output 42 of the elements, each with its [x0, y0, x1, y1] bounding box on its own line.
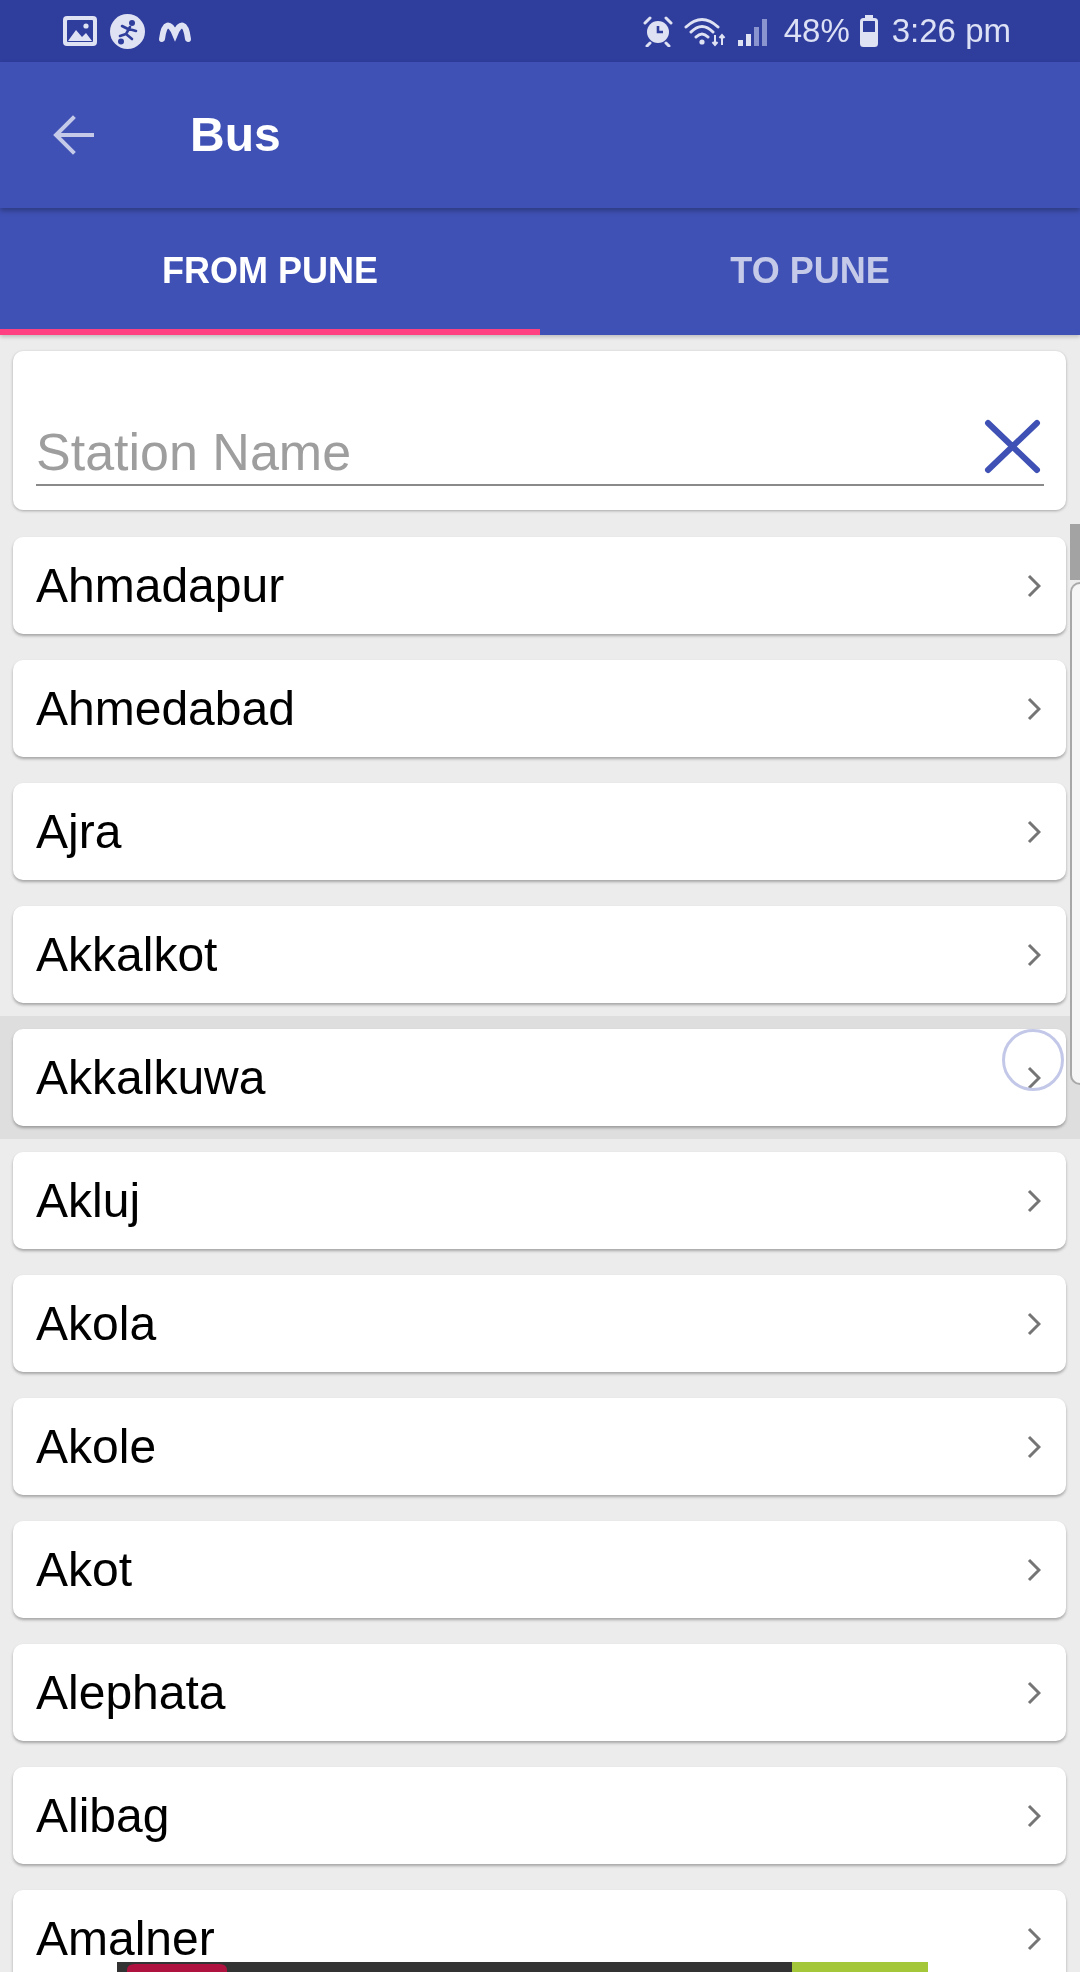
chevron-right-icon	[1027, 573, 1041, 598]
station-item[interactable]: Akkalkot	[13, 906, 1066, 1003]
tab[interactable]: TO PUNE	[540, 208, 1080, 335]
alarm-clock-icon	[641, 15, 674, 47]
chevron-right-icon	[1027, 1926, 1041, 1951]
chevron-right-icon	[1027, 942, 1041, 967]
chevron-right-icon	[1027, 1557, 1041, 1582]
chevron-right-icon	[1027, 696, 1041, 721]
station-item[interactable]: Amalner	[13, 1890, 1066, 1972]
tab[interactable]: FROM PUNE	[0, 208, 540, 335]
chevron-right-icon	[1027, 819, 1041, 844]
screen-title: Bus	[190, 107, 281, 163]
battery-percent: 48%	[783, 12, 850, 50]
chevron-right-icon	[1027, 1803, 1041, 1828]
edge-panel-handle[interactable]	[1070, 582, 1080, 1085]
soccer-player-icon	[110, 13, 145, 49]
station-item[interactable]: Akluj	[13, 1152, 1066, 1249]
chevron-right-icon	[1027, 1434, 1041, 1459]
station-item[interactable]: Akola	[13, 1275, 1066, 1372]
station-item[interactable]: Alephata	[13, 1644, 1066, 1741]
station-item[interactable]: Alibag	[13, 1767, 1066, 1864]
chevron-right-icon	[1027, 1065, 1041, 1090]
station-item[interactable]: Ahmedabad	[13, 660, 1066, 757]
image-icon	[63, 16, 97, 46]
station-item[interactable]: Ahmadapur	[13, 537, 1066, 634]
station-item[interactable]: Akkalkuwa	[13, 1029, 1066, 1126]
signal-bars-icon	[735, 16, 770, 46]
close-icon[interactable]	[984, 419, 1041, 474]
chevron-right-icon	[1027, 1680, 1041, 1705]
wifi-data-icon	[683, 15, 726, 47]
clock-time: 3:26 pm	[891, 12, 1011, 50]
station-item[interactable]: Ajra	[13, 783, 1066, 880]
chevron-right-icon	[1027, 1311, 1041, 1336]
station-item[interactable]: Akot	[13, 1521, 1066, 1618]
chevron-right-icon	[1027, 1188, 1041, 1213]
battery-icon	[859, 15, 878, 47]
search-card[interactable]: Station Name	[13, 351, 1066, 510]
station-name-field[interactable]: Station Name	[36, 420, 1044, 486]
back-arrow-icon[interactable]	[53, 115, 94, 155]
touch-ripple-icon	[1002, 1029, 1064, 1091]
scrollbar-thumb	[1070, 524, 1080, 580]
station-item[interactable]: Akole	[13, 1398, 1066, 1495]
